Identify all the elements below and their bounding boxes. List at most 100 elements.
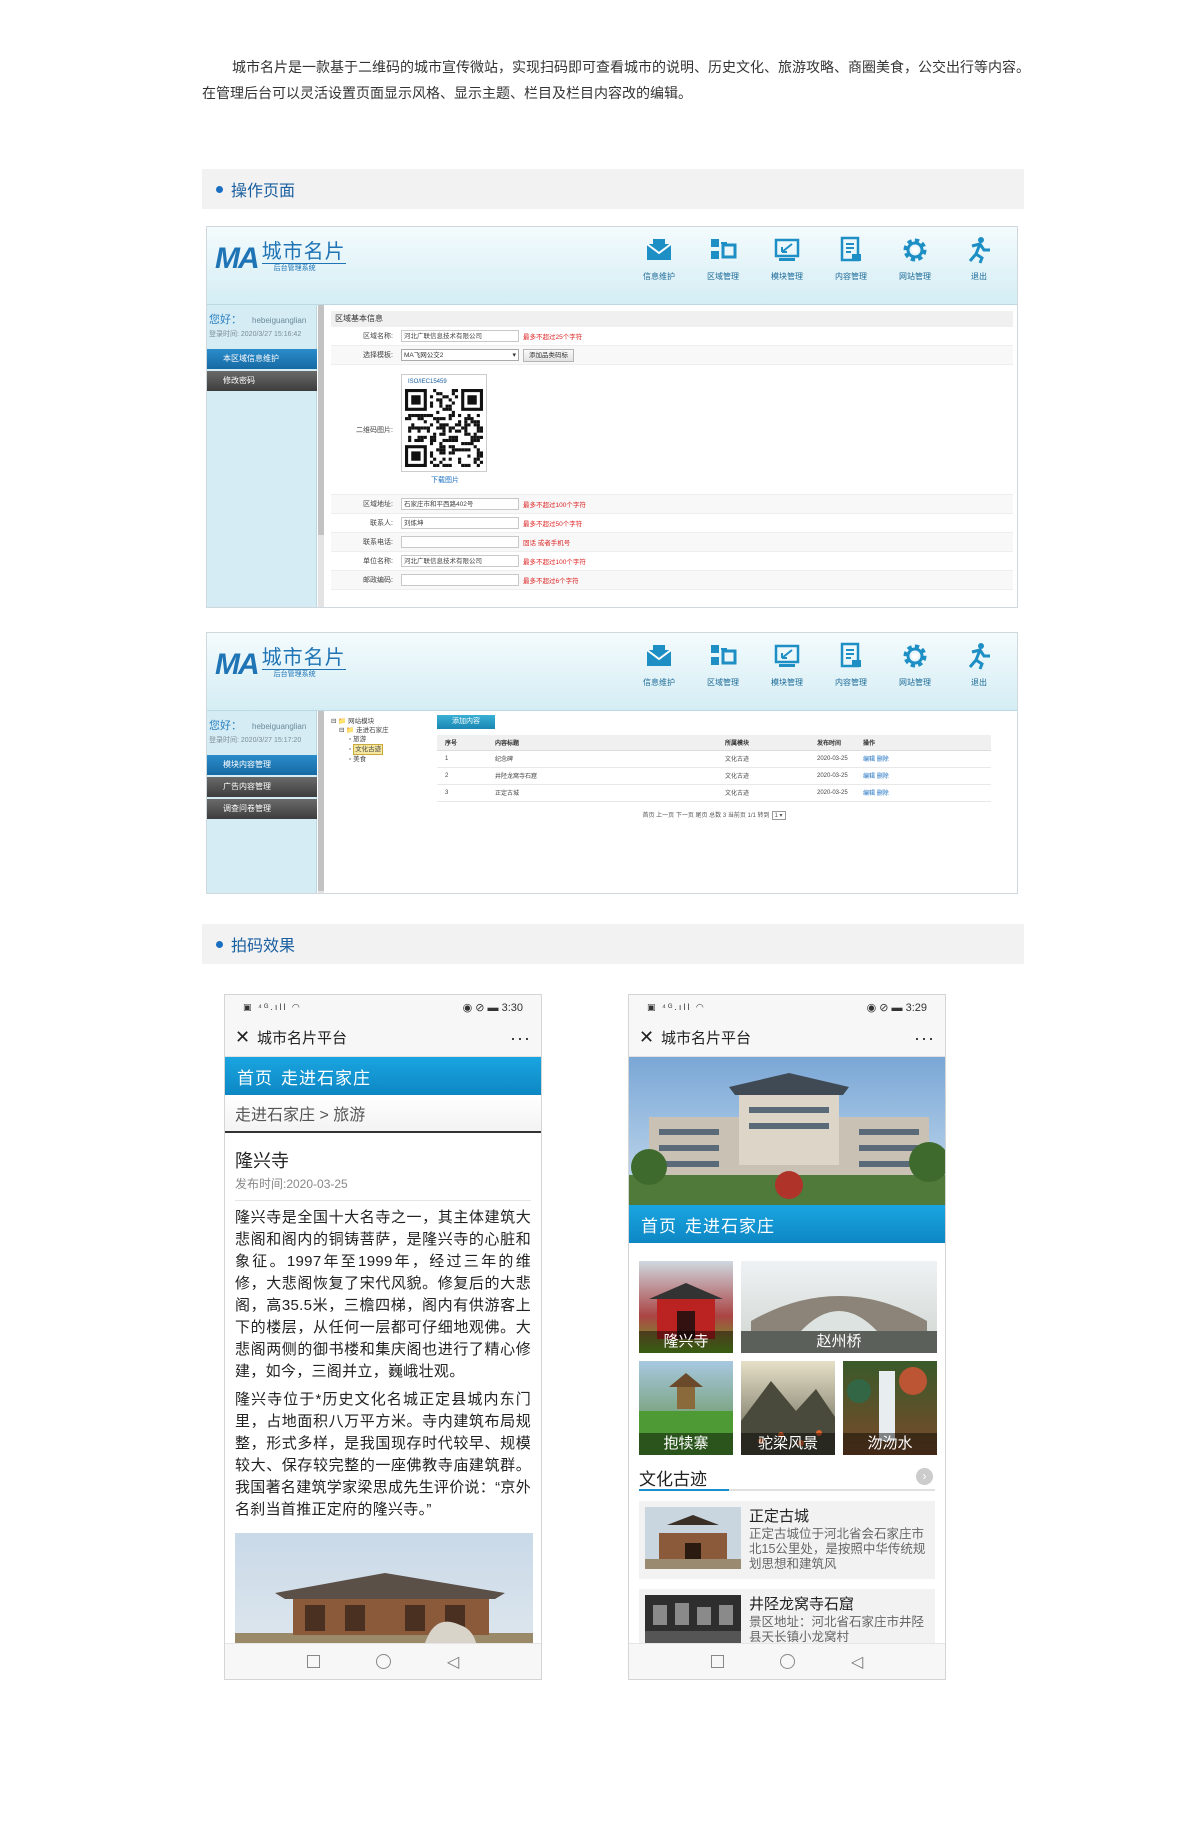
nav-shijiazhuang[interactable]: 走进石家庄	[685, 1212, 775, 1237]
page-title: 城市名片平台	[257, 1030, 348, 1047]
section-underline	[639, 1489, 729, 1491]
download-image-link[interactable]: 下载图片	[401, 475, 489, 485]
logo-subtitle: 后台管理系统	[261, 263, 346, 274]
sidebar-item-survey[interactable]: 调查问卷管理	[207, 799, 317, 819]
tree-node[interactable]: ▫ 旅游	[331, 735, 411, 744]
region-info-form: 区域基本信息 区域名称: 河北广联信息技术有限公司 最多不超过25个字符 选择模板:…	[331, 311, 1013, 590]
wechat-title-bar: ✕ 城市名片平台 ···	[629, 1019, 945, 1057]
greeting: 您好：	[209, 720, 242, 732]
envelope-icon	[644, 641, 674, 671]
admin-sidebar: 您好： hebeiguanglian 登录时间: 2020/3/27 15:17:…	[207, 711, 317, 893]
sidebar-item-region-info[interactable]: 本区域信息维护	[207, 349, 317, 369]
status-bar: ▣ ⁴ᴳ.ıll ◠ ◉ ⊘ ▬ 3:29	[629, 995, 945, 1019]
card-desc: 正定古城位于河北省会石家庄市北15公里处，是按照中华传统规划思想和建筑风	[749, 1527, 926, 1571]
gear-icon	[900, 641, 930, 671]
menu-logout[interactable]: 退出	[947, 641, 1011, 688]
table-row: 3 正定古城 文化古迹 2020-03-25 编辑 删除	[437, 784, 991, 802]
content-list-panel: 添加内容 序号 内容标题 所属模块 发布时间 操作 1 纪念碑 文化古迹 2020-0…	[437, 715, 991, 820]
phone-home-screen: ▣ ⁴ᴳ.ıll ◠ ◉ ⊘ ▬ 3:29 ✕ 城市名片平台 ··· 首页 走进石家庄 …	[628, 994, 946, 1680]
column-header: 发布时间	[809, 735, 855, 751]
breadcrumb: 走进石家庄 > 旅游	[225, 1095, 541, 1133]
gear-icon	[900, 235, 930, 265]
tile-caption: 驼梁风景	[741, 1433, 835, 1455]
admin-top-menu: 信息维护 区域管理 模块管理 内容管理 网站管理 退出	[627, 235, 1011, 282]
tree-node[interactable]: ▫ 美食	[331, 755, 411, 764]
delete-link[interactable]: 删除	[877, 791, 889, 797]
sidebar-item-module-content[interactable]: 模块内容管理	[207, 755, 317, 775]
back-icon[interactable]: ◁	[447, 1652, 459, 1672]
sidebar-item-change-password[interactable]: 修改密码	[207, 371, 317, 391]
tree-node[interactable]: ⊟ 📁 网站模块	[331, 717, 411, 726]
menu-info-maintain[interactable]: 信息维护	[627, 641, 691, 688]
tile-caption: 隆兴寺	[639, 1331, 733, 1353]
phone-article-screen: ▣ ⁴ᴳ.ıll ◠ ◉ ⊘ ▬ 3:30 ✕ 城市名片平台 ··· 首页 走进石家庄 …	[224, 994, 542, 1680]
section-header-operation: 操作页面	[202, 169, 1024, 209]
tile-baoduzhai[interactable]: 抱犊寨	[639, 1361, 733, 1455]
signal-icon: ▣ ⁴ᴳ.ıll ◠	[647, 1001, 706, 1012]
edit-link[interactable]: 编辑	[863, 791, 875, 797]
address-input[interactable]: 石家庄市和平西路402号	[401, 498, 519, 510]
edit-link[interactable]: 编辑	[863, 774, 875, 780]
column-header: 序号	[437, 735, 487, 751]
template-select[interactable]: MA飞网公交2	[401, 349, 519, 361]
nav-bar: 首页 走进石家庄	[629, 1205, 945, 1243]
edit-link[interactable]: 编辑	[863, 757, 875, 763]
menu-region-manage[interactable]: 区域管理	[691, 641, 755, 688]
close-icon[interactable]: ✕	[639, 1027, 654, 1048]
logo-mark: MA	[215, 242, 260, 275]
tile-longxing[interactable]: 隆兴寺	[639, 1261, 733, 1353]
more-icon[interactable]: ···	[914, 1029, 935, 1047]
tile-zhaozhou[interactable]: 赵州桥	[741, 1261, 937, 1353]
more-arrow-icon[interactable]: ›	[916, 1468, 933, 1485]
home-icon[interactable]	[375, 1654, 391, 1669]
sidebar-item-ad-content[interactable]: 广告内容管理	[207, 777, 317, 797]
list-item[interactable]: 正定古城 正定古城位于河北省会石家庄市北15公里处，是按照中华传统规划思想和建筑风	[639, 1501, 935, 1579]
menu-region-manage[interactable]: 区域管理	[691, 235, 755, 282]
recents-icon[interactable]	[306, 1655, 320, 1668]
close-icon[interactable]: ✕	[235, 1027, 250, 1048]
delete-link[interactable]: 删除	[877, 774, 889, 780]
login-time: 登录时间: 2020/3/27 15:16:42	[209, 331, 302, 338]
tile-tuoliang[interactable]: 驼梁风景	[741, 1361, 835, 1455]
sidebar-scrollbar[interactable]	[318, 711, 324, 893]
contact-input[interactable]: 刘炼坤	[401, 517, 519, 529]
home-icon[interactable]	[779, 1654, 795, 1669]
logo-title: 城市名片	[261, 241, 346, 263]
document-icon	[836, 641, 866, 671]
menu-info-maintain[interactable]: 信息维护	[627, 235, 691, 282]
region-name-input[interactable]: 河北广联信息技术有限公司	[401, 330, 519, 342]
zip-input[interactable]	[401, 574, 519, 586]
pager-links[interactable]: 首页 上一页 下一页 尾页 总数 3 当前页 1/1 转到	[642, 813, 769, 819]
nav-shijiazhuang[interactable]: 走进石家庄	[281, 1064, 371, 1089]
page-title: 城市名片平台	[661, 1030, 752, 1047]
section-culture-header: 文化古迹 ›	[639, 1465, 935, 1491]
menu-module-manage[interactable]: 模块管理	[755, 641, 819, 688]
logo-subtitle: 后台管理系统	[261, 669, 346, 680]
username: hebeiguanglian	[252, 722, 307, 731]
menu-site-manage[interactable]: 网站管理	[883, 235, 947, 282]
tree-node-selected[interactable]: ▫ 文化古迹	[331, 744, 411, 755]
menu-logout[interactable]: 退出	[947, 235, 1011, 282]
menu-content-manage[interactable]: 内容管理	[819, 235, 883, 282]
add-category-button[interactable]: 添加品类码标	[523, 348, 574, 362]
phone-input[interactable]	[401, 536, 519, 548]
sidebar-scrollbar[interactable]	[318, 305, 324, 607]
add-content-button[interactable]: 添加内容	[437, 715, 495, 729]
username: hebeiguanglian	[252, 316, 307, 325]
recents-icon[interactable]	[710, 1655, 724, 1668]
page-select[interactable]: 1 ▾	[771, 810, 786, 820]
delete-link[interactable]: 删除	[877, 757, 889, 763]
menu-site-manage[interactable]: 网站管理	[883, 641, 947, 688]
menu-content-manage[interactable]: 内容管理	[819, 641, 883, 688]
back-icon[interactable]: ◁	[851, 1652, 863, 1672]
nav-home[interactable]: 首页	[641, 1212, 677, 1237]
more-icon[interactable]: ···	[510, 1029, 531, 1047]
menu-module-manage[interactable]: 模块管理	[755, 235, 819, 282]
module-icon	[772, 641, 802, 671]
tree-node[interactable]: ⊟ 📁 走进石家庄	[331, 726, 411, 735]
tile-wuwushui[interactable]: 沕沕水	[843, 1361, 937, 1455]
module-icon	[772, 235, 802, 265]
article: 隆兴寺 发布时间:2020-03-25 隆兴寺是全国十大名寺之一，其主体建筑大悲…	[225, 1133, 541, 1679]
unit-name-input[interactable]: 河北广联信息技术有限公司	[401, 555, 519, 567]
nav-home[interactable]: 首页	[237, 1064, 273, 1089]
